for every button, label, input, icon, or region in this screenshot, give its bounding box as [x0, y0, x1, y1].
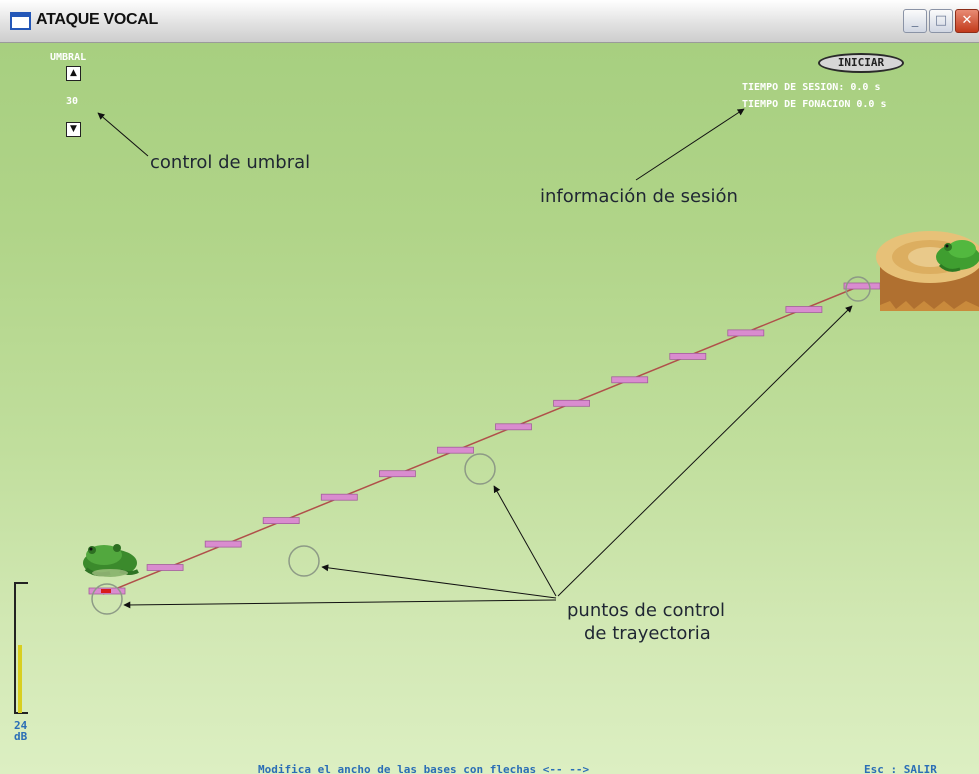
step-base [785, 306, 823, 313]
step-base [378, 470, 416, 478]
arrow-session-info [635, 108, 745, 181]
window-title: ATAQUE VOCAL [36, 11, 159, 28]
footer-exit: Esc : SALIR [864, 763, 937, 774]
level-meter-bar [18, 645, 22, 713]
step-base [146, 564, 184, 571]
level-meter-unit: dB [14, 730, 28, 743]
arrow-control-point-2 [321, 564, 557, 599]
control-point-3[interactable] [464, 453, 496, 485]
close-button[interactable]: ✕ [955, 9, 979, 33]
start-marker [101, 589, 111, 593]
step-base [495, 423, 532, 431]
level-meter-readout: 24 dB [14, 720, 27, 742]
step-base [727, 329, 765, 337]
control-point-2[interactable] [288, 545, 320, 577]
arrow-control-point-1 [123, 599, 557, 609]
step-base [611, 376, 649, 384]
step-base [437, 446, 474, 454]
game-stage: UMBRAL ▲ 30 ▼ INICIAR TIEMPO DE SESION: … [0, 43, 979, 774]
minimize-button[interactable]: _ [903, 9, 927, 33]
step-base [320, 493, 358, 501]
arrow-control-point-3 [493, 485, 557, 597]
step-base [669, 352, 707, 360]
arrow-threshold [97, 112, 149, 157]
footer-hint: Modifica el ancho de las bases con flech… [258, 763, 590, 774]
step-base [204, 540, 242, 548]
trajectory-graphics [83, 108, 979, 615]
step-base [553, 399, 590, 407]
frog-on-log-icon [876, 231, 979, 311]
step-base [843, 282, 881, 290]
frog-icon [83, 544, 139, 577]
maximize-button[interactable]: □ [929, 9, 953, 33]
window-icon [10, 12, 31, 30]
title-bar: ATAQUE VOCAL _ □ ✕ [0, 0, 979, 43]
step-base [262, 517, 300, 525]
application-window: ATAQUE VOCAL _ □ ✕ UMBRAL ▲ 30 ▼ INICIAR… [0, 0, 979, 774]
